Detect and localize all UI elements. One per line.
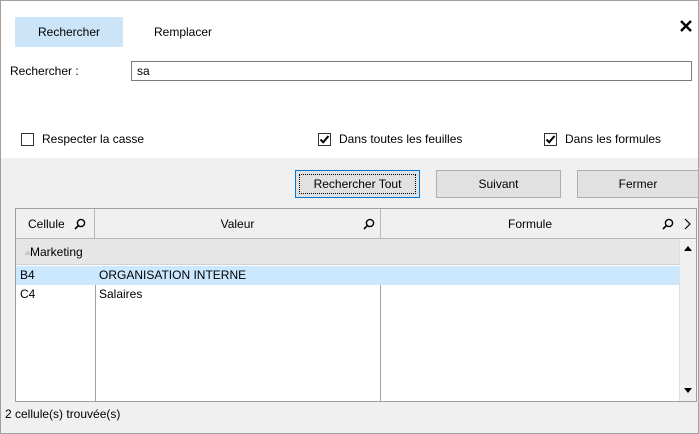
find-dialog: Rechercher Remplacer Rechercher : Respec… <box>0 0 699 434</box>
checkbox-box <box>21 132 34 146</box>
column-header-label: Valeur <box>220 216 255 231</box>
column-header-cellule[interactable]: Cellule <box>16 209 95 239</box>
results-grid: Cellule Valeur Formule Marketing B4 ORGA… <box>15 208 697 402</box>
scroll-down-icon[interactable] <box>683 387 693 394</box>
cell-ref: C4 <box>20 287 36 301</box>
close-button[interactable]: Fermer <box>577 170 699 198</box>
chevron-right-icon <box>684 218 691 230</box>
search-icon[interactable] <box>74 218 86 230</box>
vertical-scrollbar[interactable] <box>679 239 696 401</box>
column-header-label: Formule <box>507 216 552 231</box>
match-case-checkbox[interactable]: Respecter la casse <box>21 131 144 147</box>
search-label: Rechercher : <box>10 64 79 78</box>
checkbox-box <box>318 132 331 146</box>
all-sheets-label: Dans toutes les feuilles <box>339 132 463 146</box>
scroll-up-icon[interactable] <box>683 245 693 252</box>
tab-rechercher[interactable]: Rechercher <box>15 17 123 47</box>
all-sheets-checkbox[interactable]: Dans toutes les feuilles <box>318 131 462 147</box>
status-text: 2 cellule(s) trouvée(s) <box>5 407 121 421</box>
search-icon[interactable] <box>662 218 674 230</box>
close-icon[interactable] <box>678 18 694 34</box>
find-all-button[interactable]: Rechercher Tout <box>295 170 420 198</box>
column-header-valeur[interactable]: Valeur <box>95 209 381 239</box>
match-case-label: Respecter la casse <box>42 132 145 146</box>
table-row[interactable]: B4 ORGANISATION INTERNE <box>16 266 680 285</box>
cell-ref: B4 <box>20 268 35 282</box>
checkmark-icon <box>319 134 330 144</box>
cell-value: Salaires <box>99 287 143 301</box>
group-row-marketing[interactable]: Marketing <box>16 239 680 265</box>
find-all-label: Rechercher Tout <box>299 174 416 194</box>
table-row[interactable]: C4 Salaires <box>16 285 680 304</box>
scroll-right-button[interactable] <box>679 209 696 239</box>
tab-remplacer[interactable]: Remplacer <box>133 17 233 47</box>
column-header-formule[interactable]: Formule <box>381 209 680 239</box>
in-formulas-checkbox[interactable]: Dans les formules <box>544 131 661 147</box>
checkbox-box <box>544 132 557 146</box>
next-button[interactable]: Suivant <box>436 170 561 198</box>
column-header-label: Cellule <box>28 216 65 231</box>
search-input[interactable] <box>131 61 692 81</box>
search-icon[interactable] <box>363 218 375 230</box>
checkmark-icon <box>545 134 556 144</box>
cell-value: ORGANISATION INTERNE <box>99 268 247 282</box>
group-label: Marketing <box>30 245 83 259</box>
in-formulas-label: Dans les formules <box>565 132 662 146</box>
